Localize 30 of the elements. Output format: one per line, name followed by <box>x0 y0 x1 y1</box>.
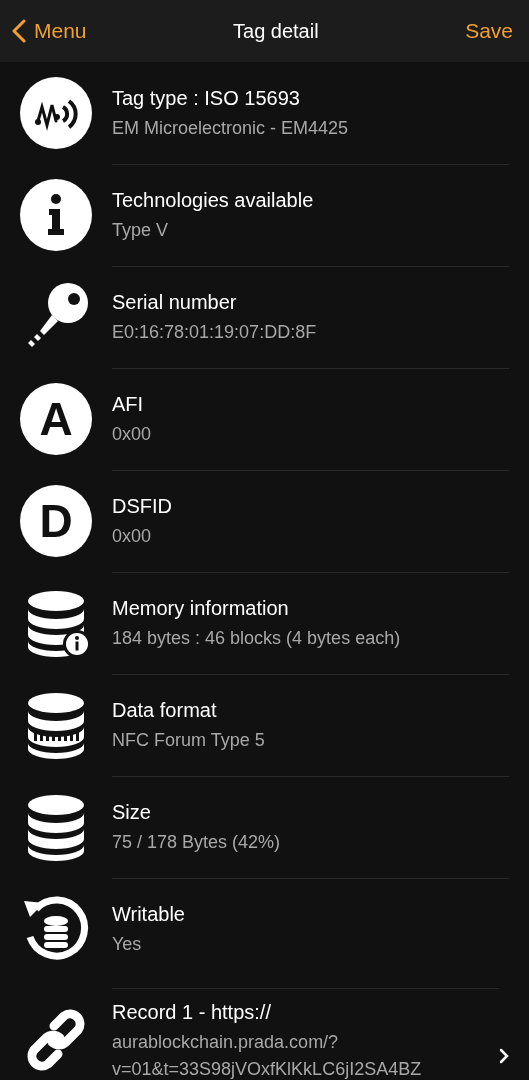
row-title: Writable <box>112 902 186 927</box>
row-detail: EM Microelectronic - EM4425 <box>112 116 350 140</box>
row-detail: E0:16:78:01:19:07:DD:8F <box>112 321 318 344</box>
row-title: DSFID <box>112 494 173 519</box>
row-title: AFI <box>112 392 145 417</box>
row-detail: 75 / 178 Bytes (42%) <box>112 831 282 854</box>
row-detail: Yes <box>112 933 143 956</box>
screen-title: Tag detail <box>233 19 319 44</box>
chevron-left-icon <box>12 19 26 43</box>
row-detail: NFC Forum Type 5 <box>112 729 266 752</box>
info-icon <box>20 179 92 251</box>
row-detail: aurablockchain.prada.com/? <box>112 1030 340 1054</box>
chevron-right-icon[interactable] <box>499 1048 509 1064</box>
row-title: Memory information <box>112 596 290 621</box>
row-detail: 0x00 <box>112 525 153 548</box>
row-detail: 0x00 <box>112 423 153 446</box>
back-button[interactable]: Menu <box>12 15 87 47</box>
row-detail: 184 bytes : 46 blocks (4 bytes each) <box>112 627 402 650</box>
letter-icon: D <box>20 485 92 557</box>
row-title: Tag type : ISO 15693 <box>112 85 301 111</box>
row-title: Size <box>112 800 152 825</box>
row-title: Record 1 - https:// <box>112 999 272 1025</box>
row-detail: v=01&t=33S98jVOxfKlKkLC6jI2SA4BZ <box>112 1057 423 1080</box>
row-title: Technologies available <box>112 188 315 213</box>
row-detail: Type V <box>112 219 170 242</box>
row-title: Serial number <box>112 290 238 315</box>
letter-icon: A <box>20 383 92 455</box>
row-title: Data format <box>112 698 218 723</box>
save-button[interactable]: Save <box>465 15 517 47</box>
nfc-waves-icon <box>20 77 92 149</box>
